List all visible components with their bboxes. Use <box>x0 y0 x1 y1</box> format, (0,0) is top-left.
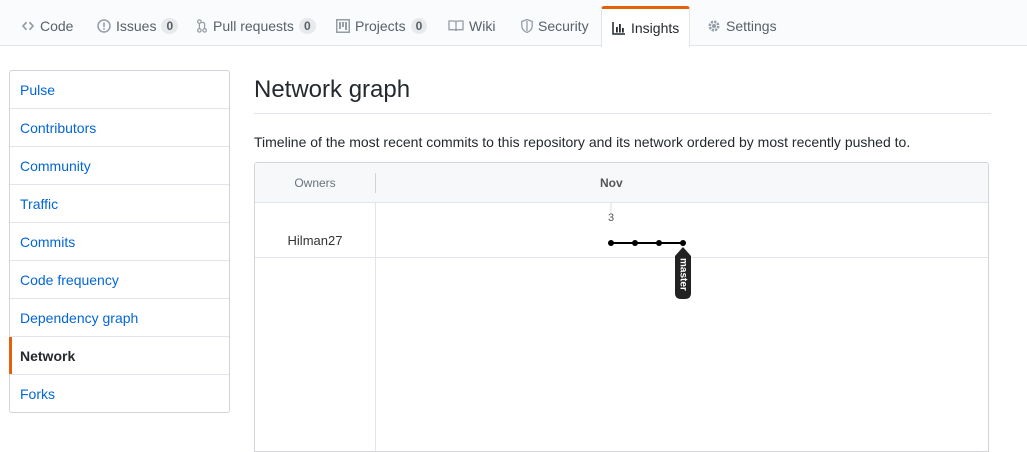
tab-settings[interactable]: Settings <box>707 6 777 46</box>
tab-label: Issues <box>116 18 157 34</box>
graph-icon <box>612 21 626 35</box>
day-label: 3 <box>608 212 614 224</box>
tab-projects[interactable]: Projects 0 <box>336 6 428 46</box>
branch-tag[interactable]: master <box>675 247 691 299</box>
commit-dot[interactable] <box>680 240 686 246</box>
book-icon <box>448 20 464 32</box>
tab-label: Security <box>538 18 589 34</box>
sidebar-item-contributors[interactable]: Contributors <box>10 109 229 147</box>
projects-counter: 0 <box>410 18 428 34</box>
pull-requests-counter: 0 <box>298 18 316 34</box>
tab-label: Projects <box>355 18 406 34</box>
tab-pull-requests[interactable]: Pull requests 0 <box>196 6 316 46</box>
sidebar-item-community[interactable]: Community <box>10 147 229 185</box>
commit-dot[interactable] <box>656 240 662 246</box>
sidebar-item-traffic[interactable]: Traffic <box>10 185 229 223</box>
page-description: Timeline of the most recent commits to t… <box>254 134 911 150</box>
insights-sidebar: Pulse Contributors Community Traffic Com… <box>9 70 230 413</box>
page-title: Network graph <box>254 70 991 114</box>
network-graph[interactable]: Owners Nov Hilman27 3 master <box>254 162 989 452</box>
tab-security[interactable]: Security <box>521 6 589 46</box>
main-content: Network graph Timeline of the most recen… <box>254 70 991 152</box>
shield-icon <box>521 19 533 33</box>
sidebar-item-network[interactable]: Network <box>9 337 229 375</box>
repo-nav: Code Issues 0 Pull requests 0 Projects 0… <box>0 0 1027 47</box>
issues-counter: 0 <box>161 18 179 34</box>
tab-label: Insights <box>631 20 680 36</box>
tab-label: Code <box>40 18 74 34</box>
sidebar-item-forks[interactable]: Forks <box>10 375 229 413</box>
pull-request-icon <box>196 19 208 33</box>
tab-wiki[interactable]: Wiki <box>448 6 495 46</box>
code-icon <box>21 19 35 33</box>
tab-label: Settings <box>726 18 777 34</box>
tab-issues[interactable]: Issues 0 <box>97 6 179 46</box>
tab-label: Wiki <box>469 18 496 34</box>
sidebar-item-dependency-graph[interactable]: Dependency graph <box>10 299 229 337</box>
branch-label: master <box>677 258 688 291</box>
commit-graph[interactable]: 3 master <box>255 163 989 452</box>
tab-label: Pull requests <box>213 18 294 34</box>
sidebar-item-pulse[interactable]: Pulse <box>10 71 229 109</box>
commit-dot[interactable] <box>632 240 638 246</box>
issue-icon <box>97 19 111 33</box>
gear-icon <box>707 19 721 33</box>
sidebar-item-code-frequency[interactable]: Code frequency <box>10 261 229 299</box>
tab-code[interactable]: Code <box>21 6 73 46</box>
tab-insights[interactable]: Insights <box>601 6 691 47</box>
commit-dot[interactable] <box>608 240 614 246</box>
sidebar-item-commits[interactable]: Commits <box>10 223 229 261</box>
project-icon <box>336 19 350 33</box>
